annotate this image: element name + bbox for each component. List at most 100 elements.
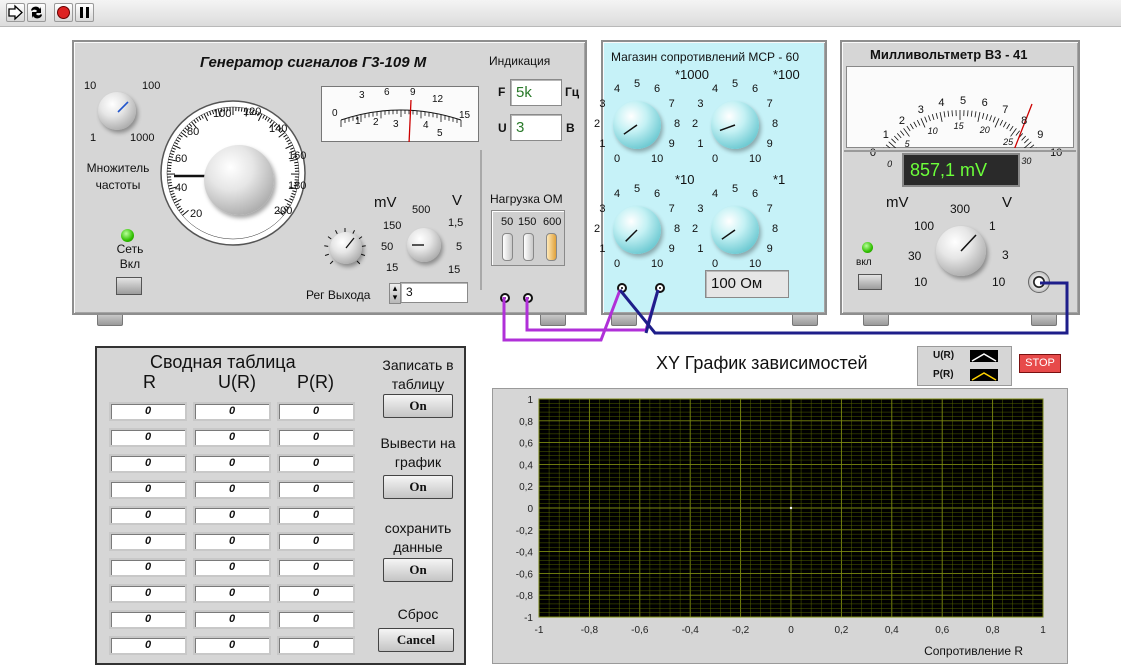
x-tick-label: 0,2 bbox=[834, 625, 848, 636]
range-5: 5 bbox=[456, 241, 463, 253]
voltmeter-input-terminal[interactable] bbox=[1028, 271, 1050, 293]
voltmeter-range-knob[interactable] bbox=[936, 226, 986, 276]
resistance-scale-label: 5 bbox=[634, 183, 641, 195]
voltmeter-power-switch[interactable] bbox=[858, 274, 882, 290]
y-tick-label: -0,8 bbox=[516, 591, 534, 602]
legend-pr-swatch[interactable] bbox=[970, 369, 998, 381]
load-toggle-600[interactable] bbox=[546, 233, 557, 261]
gen-meter-bottom-15: 15 bbox=[459, 110, 471, 121]
gen-range-knob[interactable] bbox=[407, 228, 441, 262]
save-button[interactable]: On bbox=[383, 558, 453, 582]
resistance-scale-label: 8 bbox=[772, 118, 779, 130]
table-cell[interactable]: 0 bbox=[193, 610, 271, 629]
range-15v: 15 bbox=[448, 264, 461, 276]
resistance-dial-knob[interactable] bbox=[711, 206, 759, 254]
table-cell[interactable]: 0 bbox=[193, 532, 271, 551]
u-label: U bbox=[498, 121, 507, 135]
resistance-terminal-2[interactable] bbox=[655, 283, 665, 293]
load-label: Нагрузка ОМ bbox=[490, 192, 563, 206]
gen-meter-bottom-2: 2 bbox=[373, 117, 379, 128]
dial-scale-120: 120 bbox=[243, 106, 262, 118]
run-continuously-icon[interactable] bbox=[27, 3, 46, 22]
y-tick-label: 0,6 bbox=[519, 439, 533, 450]
generator-terminal-1[interactable] bbox=[500, 293, 510, 303]
table-cell[interactable]: 0 bbox=[277, 636, 355, 655]
table-cell[interactable]: 0 bbox=[193, 402, 271, 421]
write-button[interactable]: On bbox=[383, 394, 453, 418]
generator-panel: Генератор сигналов Г3-109 М 10 100 1 100… bbox=[72, 40, 587, 315]
resistance-scale-label: 6 bbox=[752, 83, 759, 96]
xy-graph[interactable]: -1 -0,8 -0,6 -0,4 -0,2 0 0,2 0,4 0,6 0,8 1 1 0,8 0,6 0… bbox=[493, 389, 1067, 663]
run-arrow-icon[interactable] bbox=[6, 3, 25, 22]
output-value-field[interactable]: 3 bbox=[400, 282, 468, 303]
resistance-scale-label: 2 bbox=[594, 223, 601, 235]
table-cell[interactable]: 0 bbox=[193, 558, 271, 577]
abort-icon[interactable] bbox=[54, 3, 73, 22]
gen-meter-top-9: 9 bbox=[410, 87, 416, 98]
table-cell[interactable]: 0 bbox=[109, 584, 187, 603]
table-cell[interactable]: 0 bbox=[109, 480, 187, 499]
resistance-multiplier-label: *1000 bbox=[675, 67, 709, 82]
load-toggle-150[interactable] bbox=[523, 233, 534, 261]
table-cell[interactable]: 0 bbox=[109, 402, 187, 421]
generator-terminal-2[interactable] bbox=[523, 293, 533, 303]
table-cell[interactable]: 0 bbox=[109, 532, 187, 551]
dial-scale-20: 20 bbox=[190, 208, 203, 220]
table-cell[interactable]: 0 bbox=[109, 558, 187, 577]
resistance-multiplier-label: *100 bbox=[773, 67, 800, 82]
frequency-knob[interactable] bbox=[204, 145, 274, 215]
table-cell[interactable]: 0 bbox=[193, 480, 271, 499]
output-level-knob[interactable] bbox=[330, 232, 362, 264]
table-cell[interactable]: 0 bbox=[109, 506, 187, 525]
power-indicator-led bbox=[121, 229, 134, 242]
table-cell[interactable]: 0 bbox=[277, 610, 355, 629]
resistance-box-title: Магазин сопротивлений МСР - 60 bbox=[611, 50, 800, 64]
resistance-scale-label: 0 bbox=[614, 257, 621, 270]
table-cell[interactable]: 0 bbox=[193, 584, 271, 603]
legend-ur-swatch[interactable] bbox=[970, 350, 998, 362]
vm-scale-top-9: 9 bbox=[1037, 129, 1044, 142]
load-toggle-50[interactable] bbox=[502, 233, 513, 261]
dial-scale-180: 180 bbox=[288, 180, 307, 192]
resistance-dial-knob[interactable] bbox=[613, 206, 661, 254]
mult-scale-1000: 1000 bbox=[130, 132, 155, 144]
u-unit: В bbox=[566, 121, 575, 135]
power-switch[interactable] bbox=[116, 277, 142, 295]
dial-scale-100: 100 bbox=[213, 108, 232, 120]
table-cell[interactable]: 0 bbox=[109, 610, 187, 629]
resistance-scale-label: 3 bbox=[599, 203, 606, 215]
table-cell[interactable]: 0 bbox=[277, 428, 355, 447]
resistance-scale-label: 9 bbox=[766, 243, 773, 255]
table-cell[interactable]: 0 bbox=[109, 636, 187, 655]
table-cell[interactable]: 0 bbox=[193, 454, 271, 473]
table-cell[interactable]: 0 bbox=[109, 454, 187, 473]
vm-range-300: 300 bbox=[950, 202, 971, 216]
table-cell[interactable]: 0 bbox=[277, 454, 355, 473]
table-cell[interactable]: 0 bbox=[109, 428, 187, 447]
table-cell[interactable]: 0 bbox=[193, 428, 271, 447]
resistance-scale-label: 8 bbox=[674, 223, 681, 235]
table-cell[interactable]: 0 bbox=[277, 480, 355, 499]
plot-button[interactable]: On bbox=[383, 475, 453, 499]
table-cell[interactable]: 0 bbox=[193, 506, 271, 525]
resistance-dial-knob[interactable] bbox=[711, 101, 759, 149]
resistance-dial-knob[interactable] bbox=[613, 101, 661, 149]
frequency-multiplier-knob[interactable] bbox=[98, 92, 136, 130]
gen-v-label: V bbox=[452, 192, 463, 209]
generator-foot-right bbox=[540, 315, 566, 326]
table-cell[interactable]: 0 bbox=[277, 402, 355, 421]
table-cell[interactable]: 0 bbox=[277, 506, 355, 525]
reset-button[interactable]: Cancel bbox=[378, 628, 454, 652]
table-cell[interactable]: 0 bbox=[277, 558, 355, 577]
table-cell[interactable]: 0 bbox=[193, 636, 271, 655]
resistance-scale-label: 10 bbox=[651, 152, 664, 165]
x-tick-label: -1 bbox=[535, 625, 544, 636]
range-500: 500 bbox=[412, 204, 431, 216]
stop-button[interactable]: STOP bbox=[1019, 354, 1061, 373]
resistance-terminal-1[interactable] bbox=[617, 283, 627, 293]
pause-icon[interactable] bbox=[75, 3, 94, 22]
y-tick-label: -1 bbox=[524, 613, 533, 624]
table-cell[interactable]: 0 bbox=[277, 584, 355, 603]
vm-scale-top-0: 0 bbox=[869, 147, 877, 159]
table-cell[interactable]: 0 bbox=[277, 532, 355, 551]
